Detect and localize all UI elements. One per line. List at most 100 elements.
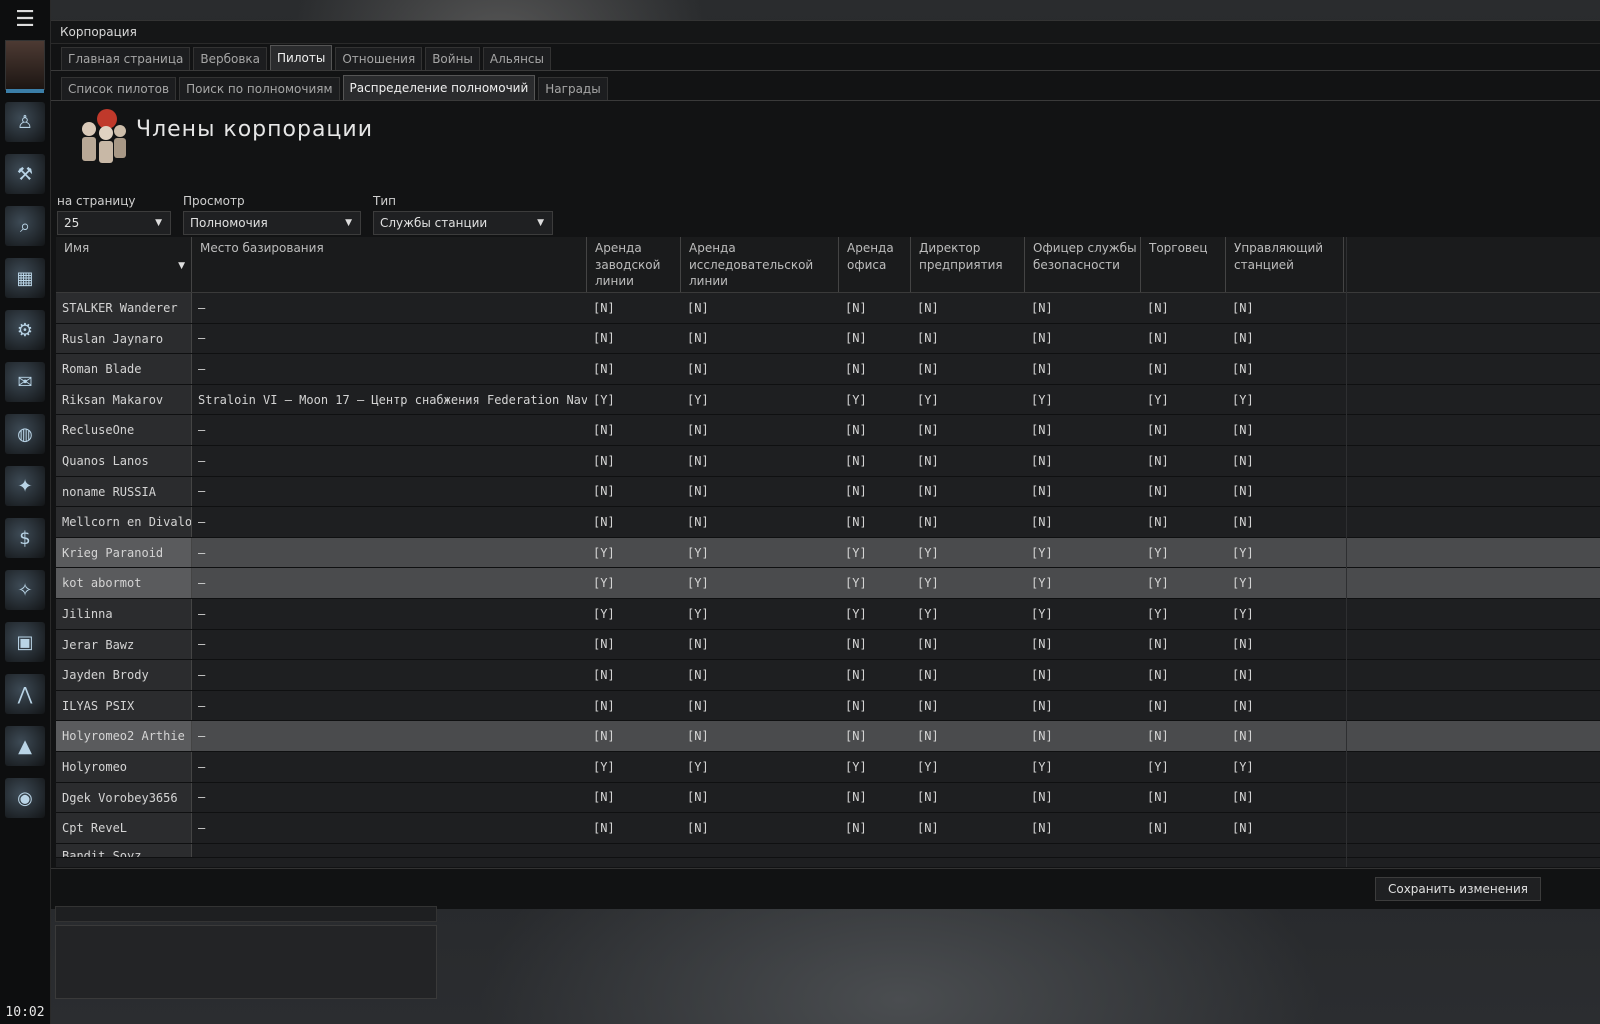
role-toggle[interactable]: [N] bbox=[1141, 331, 1226, 345]
role-toggle[interactable]: [N] bbox=[839, 362, 911, 376]
member-name[interactable]: Holyromeo bbox=[56, 751, 192, 782]
role-toggle[interactable]: [N] bbox=[911, 331, 1025, 345]
role-toggle[interactable]: [N] bbox=[1141, 668, 1226, 682]
role-toggle[interactable]: [N] bbox=[587, 423, 681, 437]
role-toggle[interactable]: [N] bbox=[1025, 668, 1141, 682]
role-toggle[interactable]: [N] bbox=[587, 821, 681, 835]
role-toggle[interactable]: [Y] bbox=[681, 576, 839, 590]
role-toggle[interactable]: [N] bbox=[587, 668, 681, 682]
tab-relations[interactable]: Отношения bbox=[335, 47, 423, 70]
role-toggle[interactable]: [Y] bbox=[1226, 546, 1344, 560]
role-toggle[interactable]: [N] bbox=[1025, 484, 1141, 498]
role-toggle[interactable]: [N] bbox=[911, 637, 1025, 651]
table-row[interactable]: Holyromeo2 Arthie – [N] [N] [N] [N] [N] [N] [N] bbox=[56, 721, 1600, 752]
role-toggle[interactable]: [Y] bbox=[1141, 760, 1226, 774]
role-toggle[interactable]: [N] bbox=[681, 668, 839, 682]
table-row[interactable]: Krieg Paranoid – [Y] [Y] [Y] [Y] [Y] [Y] [Y] bbox=[56, 537, 1600, 569]
planets-icon[interactable]: ◍ bbox=[5, 414, 45, 454]
table-row[interactable]: ILYAS PSIX – [N] [N] [N] [N] [N] [N] [N] bbox=[56, 690, 1600, 722]
role-toggle[interactable]: [Y] bbox=[681, 760, 839, 774]
column-header-security-officer[interactable]: Офицер службы безопасности bbox=[1025, 237, 1141, 292]
member-name[interactable]: STALKER Wanderer bbox=[56, 293, 192, 323]
role-toggle[interactable]: [Y] bbox=[911, 607, 1025, 621]
role-toggle[interactable]: [N] bbox=[911, 668, 1025, 682]
military-icon[interactable]: ⋀ bbox=[5, 674, 45, 714]
role-toggle[interactable]: [Y] bbox=[1025, 607, 1141, 621]
role-toggle[interactable]: [N] bbox=[839, 637, 911, 651]
subtab-member-list[interactable]: Список пилотов bbox=[61, 77, 177, 100]
member-name[interactable]: Ruslan Jaynaro bbox=[56, 323, 192, 354]
role-toggle[interactable]: [N] bbox=[587, 362, 681, 376]
role-toggle[interactable]: [N] bbox=[1141, 515, 1226, 529]
role-toggle[interactable]: [N] bbox=[587, 637, 681, 651]
table-row[interactable]: Holyromeo – [Y] [Y] [Y] [Y] [Y] [Y] [Y] bbox=[56, 751, 1600, 783]
role-toggle[interactable]: [Y] bbox=[911, 760, 1025, 774]
role-toggle[interactable]: [N] bbox=[911, 301, 1025, 315]
role-toggle[interactable]: [Y] bbox=[587, 393, 681, 407]
role-toggle[interactable]: [N] bbox=[911, 699, 1025, 713]
tab-wars[interactable]: Войны bbox=[425, 47, 480, 70]
column-header-factory-manager[interactable]: Директор предприятия bbox=[911, 237, 1025, 292]
network-icon[interactable]: ◉ bbox=[5, 778, 45, 818]
starmap-icon[interactable]: ✧ bbox=[5, 570, 45, 610]
role-toggle[interactable]: [N] bbox=[587, 699, 681, 713]
role-toggle[interactable]: [Y] bbox=[1025, 546, 1141, 560]
role-toggle[interactable]: [N] bbox=[839, 454, 911, 468]
map-icon[interactable]: ▦ bbox=[5, 258, 45, 298]
member-name[interactable]: Roman Blade bbox=[56, 354, 192, 384]
role-toggle[interactable]: [Y] bbox=[1141, 546, 1226, 560]
role-toggle[interactable]: [N] bbox=[1226, 729, 1344, 743]
role-toggle[interactable]: [N] bbox=[587, 484, 681, 498]
table-row[interactable]: Mellcorn en Divalone–[N][N][N][N][N][N][… bbox=[56, 507, 1600, 538]
role-toggle[interactable]: [N] bbox=[1025, 423, 1141, 437]
role-toggle[interactable]: [N] bbox=[681, 790, 839, 804]
role-toggle[interactable]: [Y] bbox=[1141, 607, 1226, 621]
member-name[interactable]: Riksan Makarov bbox=[56, 384, 192, 415]
autopilot-icon[interactable]: ▲ bbox=[5, 726, 45, 766]
role-toggle[interactable]: [N] bbox=[911, 821, 1025, 835]
role-toggle[interactable]: [Y] bbox=[1141, 393, 1226, 407]
role-toggle[interactable]: [N] bbox=[839, 668, 911, 682]
subtab-role-management[interactable]: Распределение полномочий bbox=[342, 75, 536, 100]
role-toggle[interactable]: [N] bbox=[587, 790, 681, 804]
role-toggle[interactable]: [N] bbox=[587, 515, 681, 529]
save-changes-button[interactable]: Сохранить изменения bbox=[1374, 877, 1541, 901]
member-name[interactable]: Jayden Brody bbox=[56, 660, 192, 690]
role-toggle[interactable]: [N] bbox=[1141, 637, 1226, 651]
role-toggle[interactable]: [N] bbox=[839, 484, 911, 498]
role-toggle[interactable]: [N] bbox=[587, 331, 681, 345]
table-row[interactable]: kot abormot – [Y] [Y] [Y] [Y] [Y] [Y] [Y] bbox=[56, 568, 1600, 599]
view-select[interactable]: Полномочия ▼ bbox=[183, 211, 361, 235]
role-toggle[interactable]: [N] bbox=[839, 301, 911, 315]
member-name[interactable]: Jerar Bawz bbox=[56, 629, 192, 660]
role-toggle[interactable]: [N] bbox=[1226, 454, 1344, 468]
table-row[interactable]: Ruslan Jaynaro – [N] [N] [N] [N] [N] [N] [N] bbox=[56, 323, 1600, 355]
role-toggle[interactable]: [Y] bbox=[1226, 760, 1344, 774]
role-toggle[interactable]: [N] bbox=[681, 699, 839, 713]
role-toggle[interactable]: [N] bbox=[587, 454, 681, 468]
role-toggle[interactable]: [Y] bbox=[587, 546, 681, 560]
column-header-station-manager[interactable]: Управляющий станцией bbox=[1226, 237, 1344, 292]
role-toggle[interactable]: [N] bbox=[681, 484, 839, 498]
role-toggle[interactable]: [N] bbox=[1141, 454, 1226, 468]
role-toggle[interactable]: [N] bbox=[1141, 790, 1226, 804]
role-toggle[interactable]: [N] bbox=[1226, 821, 1344, 835]
role-toggle[interactable]: [N] bbox=[1226, 484, 1344, 498]
role-toggle[interactable]: [Y] bbox=[839, 576, 911, 590]
role-toggle[interactable]: [Y] bbox=[681, 393, 839, 407]
role-toggle[interactable]: [N] bbox=[839, 821, 911, 835]
column-header-office-rental[interactable]: Аренда офиса bbox=[839, 237, 911, 292]
table-row[interactable]: Riksan Makarov Straloin VI – Moon 17 – Це… bbox=[56, 384, 1600, 416]
role-toggle[interactable]: [N] bbox=[1226, 637, 1344, 651]
role-toggle[interactable]: [Y] bbox=[839, 393, 911, 407]
role-toggle[interactable]: [N] bbox=[1025, 790, 1141, 804]
role-toggle[interactable]: [N] bbox=[681, 362, 839, 376]
role-toggle[interactable]: [N] bbox=[911, 454, 1025, 468]
role-toggle[interactable]: [Y] bbox=[839, 546, 911, 560]
role-toggle[interactable]: [N] bbox=[1025, 331, 1141, 345]
role-toggle[interactable]: [N] bbox=[587, 301, 681, 315]
column-header-research-rental[interactable]: Аренда исследовательской линии bbox=[681, 237, 839, 292]
column-header-trader[interactable]: Торговец bbox=[1141, 237, 1226, 292]
role-toggle[interactable]: [N] bbox=[1226, 301, 1344, 315]
role-toggle[interactable]: [N] bbox=[681, 331, 839, 345]
